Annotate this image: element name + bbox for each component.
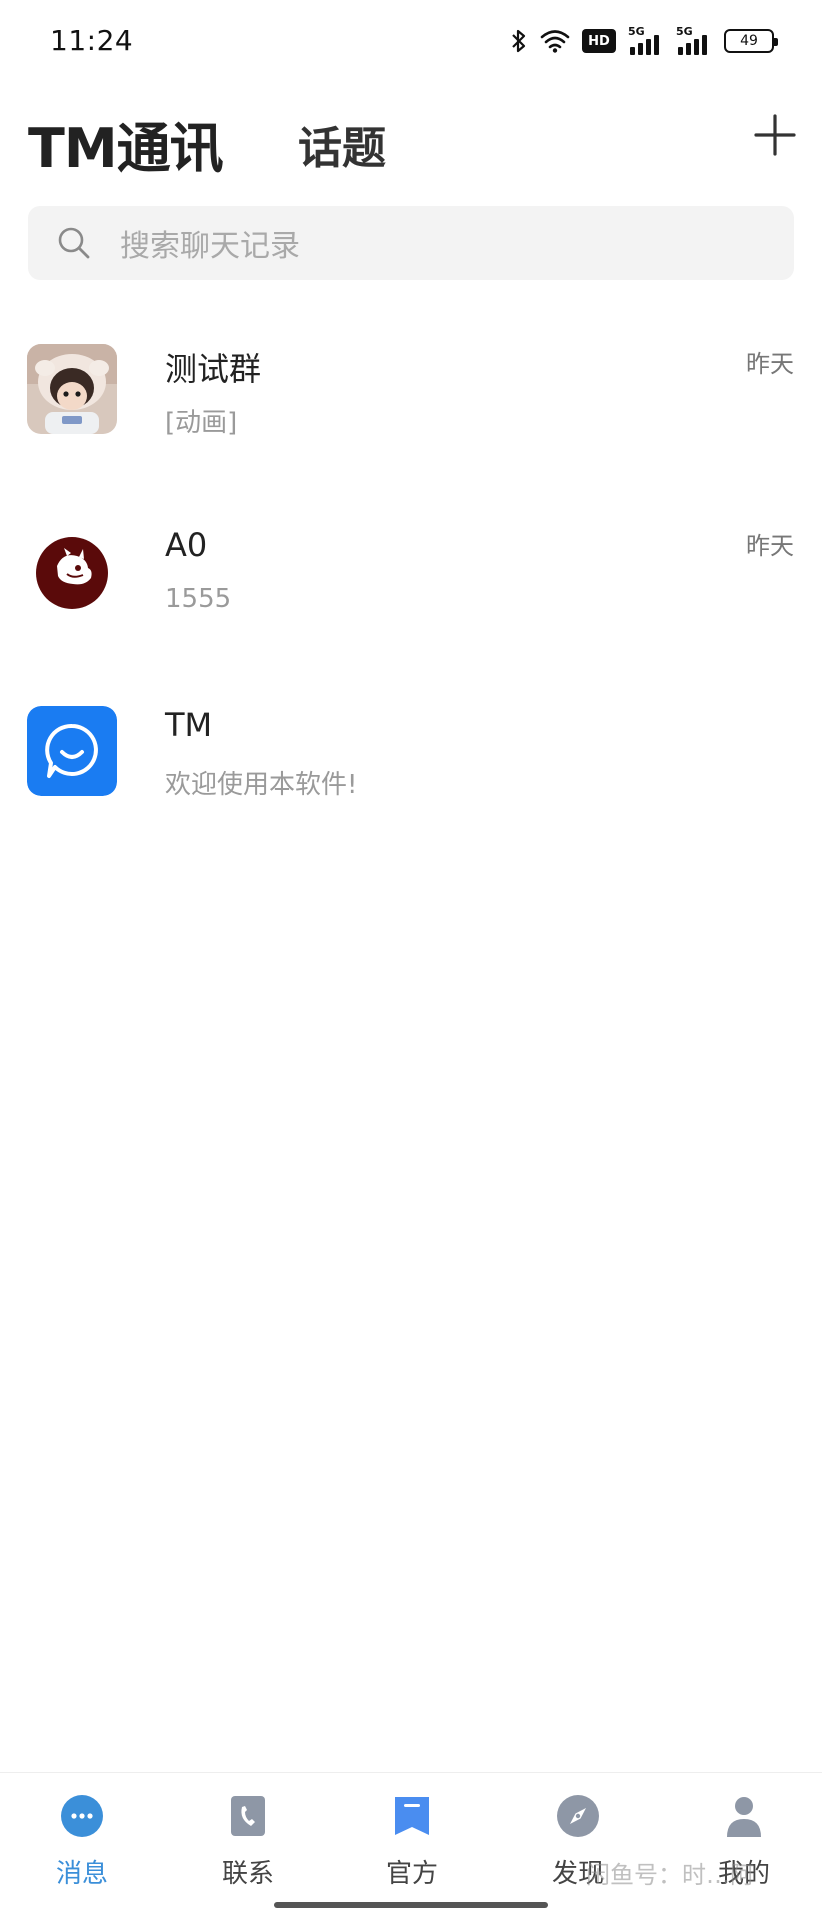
status-icons: HD 5G 5G 49 [510, 25, 778, 56]
nav-item-messages[interactable]: 消息 [22, 1787, 142, 1897]
chat-list-screen: 11:24 HD 5G 5G 49 TM通讯 话题 搜索聊天记录 测试群 [动画… [0, 0, 822, 1920]
chat-bubble-icon [61, 1795, 103, 1837]
avatar [27, 344, 117, 434]
wifi-icon [540, 30, 570, 53]
contacts-book-icon [231, 1796, 265, 1836]
watermark: 闲鱼号：时…阿 [586, 1861, 754, 1889]
chat-time: 昨天 [746, 350, 794, 378]
bookmark-icon [395, 1797, 429, 1835]
chat-name: 测试群 [165, 350, 262, 388]
nav-item-contacts[interactable]: 联系 [188, 1787, 308, 1897]
chat-preview: 欢迎使用本软件! [165, 770, 358, 800]
dark-red-logo-icon [27, 526, 117, 616]
bluetooth-icon [512, 29, 526, 53]
signal-strength-1: 5G [628, 25, 664, 55]
compass-icon [557, 1795, 599, 1837]
chat-list-item[interactable]: A0 1555 昨天 [0, 526, 822, 676]
signal-bars-icon [630, 35, 659, 55]
nav-label: 官方 [385, 1859, 438, 1889]
search-input[interactable]: 搜索聊天记录 [28, 206, 794, 280]
chat-preview: 1555 [165, 584, 232, 614]
chat-name: A0 [165, 526, 208, 564]
tab-messages-title[interactable]: TM通讯 [28, 104, 224, 183]
hd-voice-badge: HD [582, 29, 616, 53]
signal-bars-icon [678, 35, 707, 55]
chat-time: 昨天 [746, 532, 794, 560]
home-indicator[interactable] [274, 1902, 548, 1908]
nav-label: 联系 [221, 1859, 274, 1889]
doll-avatar-image [27, 344, 117, 434]
bottom-navigation: 消息 联系 官方 发现 我的 [0, 1772, 822, 1920]
status-time: 11:24 [50, 24, 134, 57]
avatar [27, 706, 117, 796]
tab-topics[interactable]: 话题 [298, 112, 386, 176]
nav-label: 消息 [55, 1859, 108, 1889]
search-icon [58, 227, 90, 259]
chat-list-item[interactable]: TM 欢迎使用本软件! [0, 706, 822, 856]
person-icon [727, 1797, 761, 1837]
search-placeholder: 搜索聊天记录 [120, 229, 300, 264]
chat-list-item[interactable]: 测试群 [动画] 昨天 [0, 344, 822, 494]
chat-preview: [动画] [165, 408, 238, 438]
tm-chat-logo-icon [27, 706, 117, 796]
battery-indicator: 49 [724, 29, 778, 53]
signal-strength-2: 5G [676, 25, 712, 55]
avatar [27, 526, 117, 616]
top-header: TM通讯 话题 [0, 96, 822, 182]
plus-icon[interactable] [750, 110, 800, 160]
status-bar: 11:24 HD 5G 5G 49 [0, 0, 822, 82]
nav-item-official[interactable]: 官方 [352, 1787, 472, 1897]
chat-name: TM [165, 706, 213, 744]
